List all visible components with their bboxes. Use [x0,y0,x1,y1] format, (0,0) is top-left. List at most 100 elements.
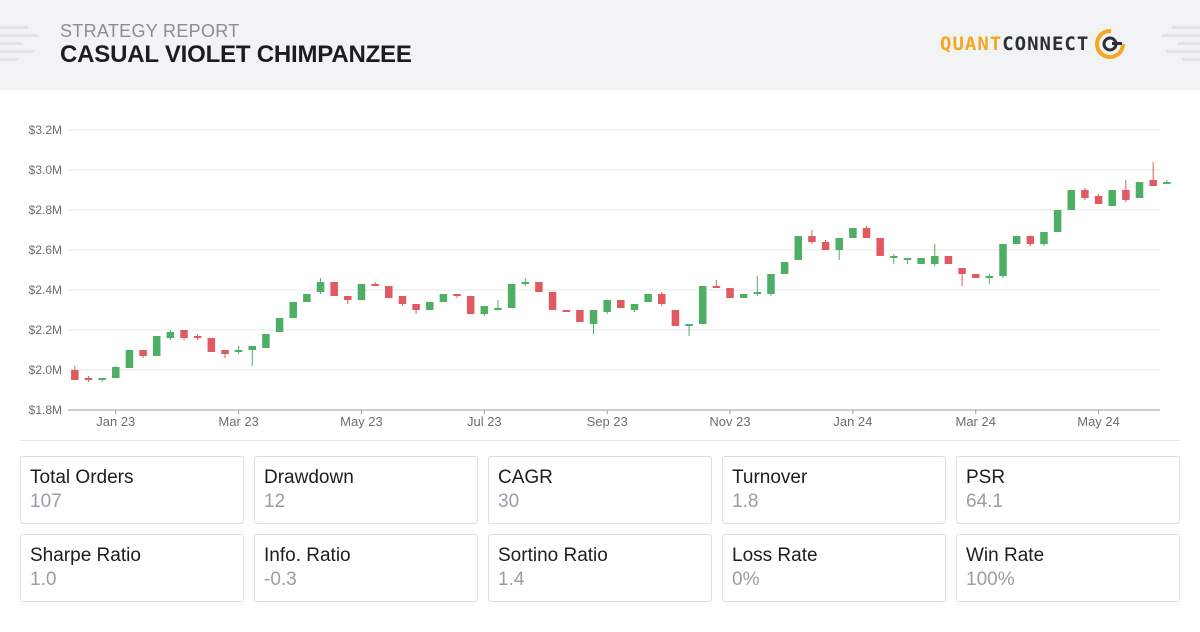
x-tick-label: Sep 23 [587,414,628,429]
candle-down [658,294,666,304]
candle-up [739,294,748,298]
stat-value: 0% [732,569,760,590]
stat-label: Info. Ratio [264,545,351,566]
candle-down [453,294,461,296]
candle-up [1067,190,1076,210]
stat-label: CAGR [498,467,553,488]
candle-down [139,350,147,356]
decorative-lines-left [0,26,38,61]
candle-up [589,310,598,324]
candle-up [780,262,789,274]
candle-down [180,330,188,338]
candle-up [903,258,912,260]
candle-up [521,282,530,284]
candle-up [767,274,775,294]
y-tick-label: $1.8M [29,403,62,417]
candle-up [439,294,448,302]
candle-down [84,378,93,380]
candle-up [985,276,994,278]
candle-up [112,367,120,378]
stat-label: PSR [966,467,1006,488]
candle-down [466,296,475,314]
candle-up [1108,190,1116,206]
candle-down [1026,236,1035,244]
stat-card-sharpe-ratio: Sharpe Ratio 1.0 [20,534,244,602]
candle-down [71,370,79,380]
candle-up [644,294,652,302]
candle-up [1040,232,1048,244]
candle-up [166,332,175,338]
stat-card-loss-rate: Loss Rate 0% [722,534,946,602]
stat-card-psr: PSR 64.1 [956,456,1180,524]
candle-up [1163,182,1171,184]
candle-up [917,258,925,264]
y-tick-label: $2.6M [29,243,62,257]
x-tick-label: Mar 23 [218,414,258,429]
stat-value: 1.8 [732,491,759,512]
x-tick-label: Nov 23 [709,414,750,429]
quantconnect-mark-icon [1095,29,1126,59]
x-tick-label: Jan 23 [96,414,135,429]
candle-up [262,334,270,348]
candle-down [712,286,721,288]
candle-down [726,288,734,298]
stat-label: Sortino Ratio [498,545,608,566]
page-title: CASUAL VIOLET CHIMPANZEE [60,41,412,68]
candle-up [890,256,898,258]
stat-label: Win Rate [966,545,1045,566]
candle-down [412,304,420,310]
candle-down [562,310,570,312]
candle-up [1012,236,1021,244]
stat-card-drawdown: Drawdown 12 [254,456,478,524]
candle-down [821,242,830,250]
candle-down [221,350,229,354]
candle-down [958,268,966,274]
candle-down [344,296,352,300]
brand-text-quant: QUANT [940,33,1003,55]
y-tick-label: $3.2M [29,123,62,137]
brand-text-connect: CONNECT [1002,33,1090,55]
x-tick-label: May 23 [340,414,383,429]
stat-value: 64.1 [966,491,1003,512]
candle-down [671,310,680,326]
stat-label: Drawdown [264,467,354,488]
stat-value: 100% [966,569,1015,590]
decorative-lines-right [1162,26,1200,61]
candle-down [330,282,338,296]
report-header: STRATEGY REPORT CASUAL VIOLET CHIMPANZEE… [0,0,1200,90]
candle-down [1122,190,1130,200]
stat-card-cagr: CAGR 30 [488,456,712,524]
candle-down [548,292,557,310]
candle-up [248,346,257,350]
candle-down [398,296,407,304]
candle-up [303,294,311,302]
candle-down [1081,190,1089,198]
candle-up [835,238,843,250]
stat-value: 12 [264,491,286,512]
x-tick-label: May 24 [1077,414,1120,429]
stat-card-sortino-ratio: Sortino Ratio 1.4 [488,534,712,602]
quantconnect-logo[interactable]: QUANT CONNECT [940,24,1127,64]
candle-down [862,228,871,238]
stat-label: Total Orders [30,467,134,488]
candle-up [275,318,284,332]
stat-card-win-rate: Win Rate 100% [956,534,1180,602]
candle-up [125,350,134,368]
candle-down [876,238,884,256]
x-tick-label: Mar 24 [955,414,995,429]
candle-up [425,302,434,310]
candle-up [316,282,325,292]
equity-candlestick-chart[interactable]: $1.8M $2.0M $2.2M $2.4M $2.6M $2.8M $3.0M $3.2M… [0,108,1200,433]
y-tick-label: $2.4M [29,283,62,297]
candle-up [480,306,489,314]
candle-up [794,236,803,260]
y-tick-label: $2.2M [29,323,62,337]
candle-up [494,308,502,310]
stat-label: Sharpe Ratio [30,545,141,566]
report-kicker: STRATEGY REPORT [60,21,240,41]
y-tick-label: $2.0M [29,363,62,377]
candle-down [808,236,816,242]
stat-card-info-ratio: Info. Ratio -0.3 [254,534,478,602]
candle-down [576,310,584,322]
candle-down [371,284,379,286]
